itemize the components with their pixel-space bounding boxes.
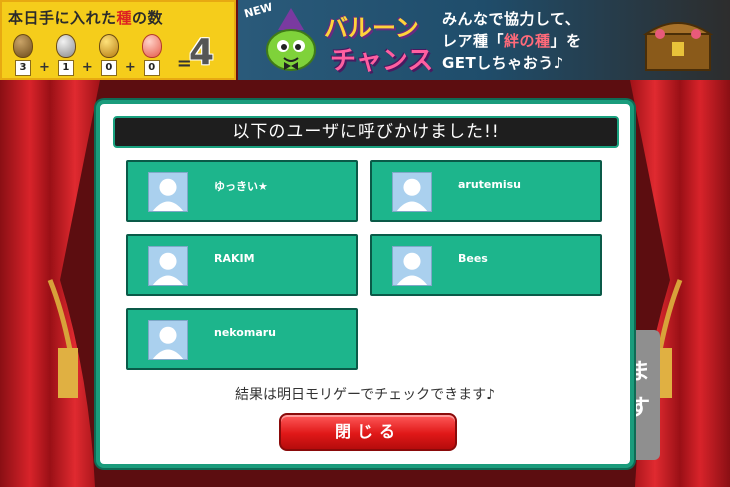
user-card[interactable]: arutemisu: [370, 160, 602, 222]
avatar-icon: [148, 320, 188, 360]
left-curtain: [0, 80, 100, 487]
seed-panel-title: 本日手に入れた種の数: [8, 9, 164, 27]
user-card[interactable]: Bees: [370, 234, 602, 296]
plus-sign: +: [81, 60, 93, 75]
seed-item: 0: [139, 34, 165, 76]
avatar-icon: [148, 172, 188, 212]
user-name: nekomaru: [214, 326, 277, 339]
seed-total: 4: [188, 32, 214, 73]
user-card[interactable]: RAKIM: [126, 234, 358, 296]
plus-sign: +: [124, 60, 136, 75]
avatar-icon: [392, 172, 432, 212]
banner-description: みんなで協力して、 レア種「絆の種」を GETしちゃおう♪: [442, 10, 582, 72]
gold-seed-icon: [98, 34, 119, 58]
seed-count-panel: 本日手に入れた種の数 3 + 1 + 0 + 0 = 4: [0, 0, 236, 80]
seed-count: 0: [100, 60, 117, 76]
peach-seed-icon: [141, 34, 162, 58]
banner-title: バルーン チャンス: [324, 14, 434, 76]
user-card[interactable]: nekomaru: [126, 308, 358, 370]
user-card[interactable]: ゆっきい★: [126, 160, 358, 222]
seed-list: 3 + 1 + 0 + 0 =: [10, 34, 192, 76]
silver-seed-icon: [55, 34, 76, 58]
treasure-chest-icon: [642, 22, 714, 71]
brown-seed-icon: [13, 34, 33, 58]
invitation-dialog: 以下のユーザに呼びかけました!! ゆっきい★ arutemisu RAKIM B…: [96, 100, 634, 468]
avatar-icon: [392, 246, 432, 286]
result-message: 結果は明日モリゲーでチェックできます♪: [234, 387, 496, 403]
user-name: RAKIM: [214, 252, 255, 265]
user-name: ゆっきい★: [214, 180, 268, 193]
mascot-icon: [266, 8, 316, 71]
user-name: Bees: [458, 252, 488, 265]
seed-item: 3: [10, 34, 36, 76]
avatar-icon: [148, 246, 188, 286]
balloon-chance-banner[interactable]: NEW バルーン チャンス みんなで協力して、 レア種「絆の種」を GETしちゃ…: [238, 0, 730, 80]
seed-item: 1: [53, 34, 79, 76]
close-button[interactable]: 閉じる: [279, 413, 457, 451]
seed-count: 0: [143, 60, 160, 76]
seed-count: 3: [15, 60, 31, 76]
user-name: arutemisu: [458, 178, 522, 191]
plus-sign: +: [39, 60, 50, 75]
seed-count: 1: [57, 60, 74, 76]
seed-item: 0: [96, 34, 122, 76]
dialog-title: 以下のユーザに呼びかけました!!: [113, 116, 619, 148]
